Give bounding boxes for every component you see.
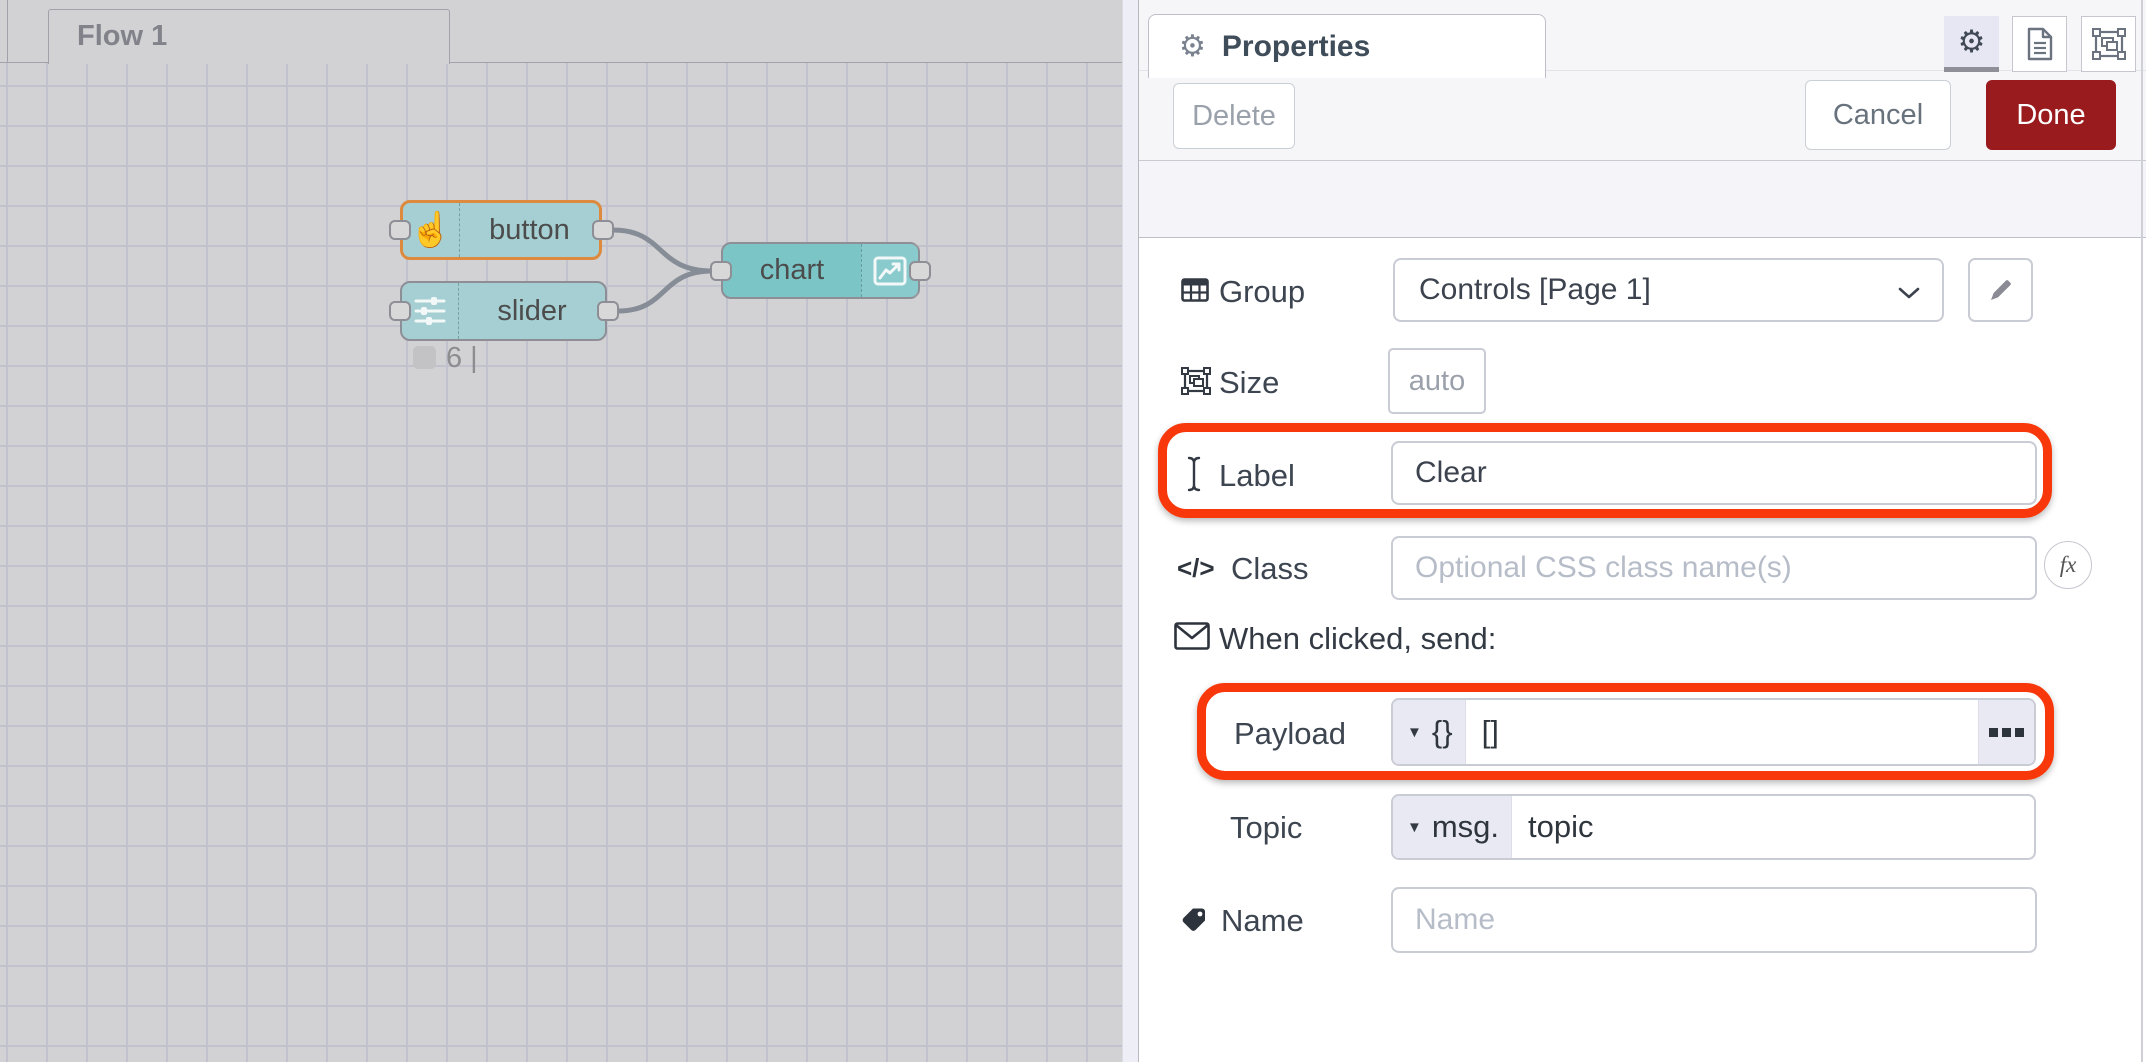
- json-type-icon: {}: [1432, 714, 1465, 750]
- payload-typedinput: ▼ {} []: [1391, 698, 2036, 766]
- group-label: Group: [1219, 274, 1305, 310]
- class-label: Class: [1231, 551, 1309, 587]
- topic-label: Topic: [1230, 810, 1302, 846]
- wires: [0, 0, 1122, 1062]
- wire-slider-chart[interactable]: [618, 271, 712, 311]
- port-button-out[interactable]: [592, 220, 614, 240]
- tray-tabs: [1139, 161, 2146, 238]
- node-description-button[interactable]: [2012, 16, 2067, 72]
- fx-button[interactable]: fx: [2044, 541, 2092, 589]
- object-group-icon: [2092, 28, 2126, 60]
- hand-pointer-icon: ☝: [403, 203, 460, 257]
- payload-value[interactable]: []: [1466, 700, 1499, 764]
- port-button-in[interactable]: [389, 220, 411, 240]
- flow-tab[interactable]: Flow 1: [48, 9, 450, 64]
- chevron-down-icon: [1898, 287, 1920, 299]
- port-chart-in[interactable]: [710, 261, 732, 281]
- group-edit-button[interactable]: [1968, 258, 2033, 322]
- ellipsis-icon: [1989, 728, 2024, 737]
- name-input[interactable]: [1391, 887, 2037, 953]
- node-status-text: 6 |: [446, 342, 478, 375]
- envelope-icon: [1174, 622, 1210, 650]
- port-slider-in[interactable]: [389, 301, 411, 321]
- cancel-button[interactable]: Cancel: [1805, 80, 1951, 150]
- node-label: chart: [723, 244, 861, 297]
- code-icon: </>: [1177, 553, 1215, 584]
- node-settings-button[interactable]: ⚙: [1944, 16, 1999, 72]
- caret-down-icon: ▼: [1407, 819, 1422, 836]
- payload-label: Payload: [1234, 716, 1346, 752]
- node-appearance-button[interactable]: [2081, 16, 2136, 72]
- group-select-value: Controls [Page 1]: [1419, 273, 1651, 307]
- table-icon: [1181, 278, 1209, 302]
- when-clicked-heading: When clicked, send:: [1219, 621, 1496, 657]
- tray-toolbar: Delete Cancel Done: [1139, 71, 2146, 161]
- tab-properties[interactable]: ⚙ Properties: [1148, 14, 1546, 78]
- delete-button[interactable]: Delete: [1173, 83, 1295, 149]
- flow-tab-label: Flow 1: [49, 10, 449, 63]
- tag-icon: [1181, 906, 1209, 934]
- done-button[interactable]: Done: [1986, 80, 2116, 150]
- canvas-scrollbar[interactable]: [1122, 0, 1138, 1062]
- pencil-icon: [1988, 277, 2014, 303]
- edit-tray: Edit button node Delete Cancel Done ⚙ Pr…: [1138, 0, 2146, 1062]
- properties-tab-label: Properties: [1222, 30, 1370, 64]
- payload-type-button[interactable]: ▼ {}: [1393, 700, 1466, 764]
- flow-canvas[interactable]: ☝ button sl: [0, 0, 1122, 1062]
- msg-prefix: msg.: [1432, 809, 1511, 845]
- node-button[interactable]: ☝ button: [400, 200, 602, 260]
- wire-button-chart[interactable]: [613, 230, 712, 271]
- payload-options-button[interactable]: [1978, 700, 2034, 764]
- size-label: Size: [1219, 365, 1279, 401]
- node-label: button: [460, 203, 599, 257]
- document-icon: [2026, 27, 2054, 61]
- node-label: slider: [459, 283, 605, 339]
- class-input[interactable]: [1391, 536, 2037, 600]
- port-slider-out[interactable]: [597, 301, 619, 321]
- size-auto-button[interactable]: auto: [1388, 348, 1486, 414]
- node-slider[interactable]: slider: [400, 281, 607, 341]
- topic-value[interactable]: topic: [1512, 796, 1593, 858]
- gear-icon: ⚙: [1958, 24, 1986, 60]
- text-cursor-icon: [1185, 455, 1203, 493]
- port-chart-out[interactable]: [909, 261, 931, 281]
- group-select[interactable]: Controls [Page 1]: [1393, 258, 1944, 322]
- size-icon: [1181, 367, 1211, 395]
- name-label: Name: [1221, 903, 1304, 939]
- gear-icon: ⚙: [1179, 29, 1206, 64]
- tray-edge-line: [2141, 0, 2143, 1062]
- label-label: Label: [1219, 458, 1295, 494]
- topic-typedinput: ▼ msg. topic: [1391, 794, 2036, 860]
- node-chart[interactable]: chart: [721, 242, 920, 299]
- node-status-dot: [413, 346, 436, 369]
- topic-type-button[interactable]: ▼ msg.: [1393, 796, 1512, 858]
- node-red-app: ☝ button sl: [0, 0, 2146, 1062]
- caret-down-icon: ▼: [1407, 724, 1422, 741]
- label-input[interactable]: [1391, 441, 2037, 505]
